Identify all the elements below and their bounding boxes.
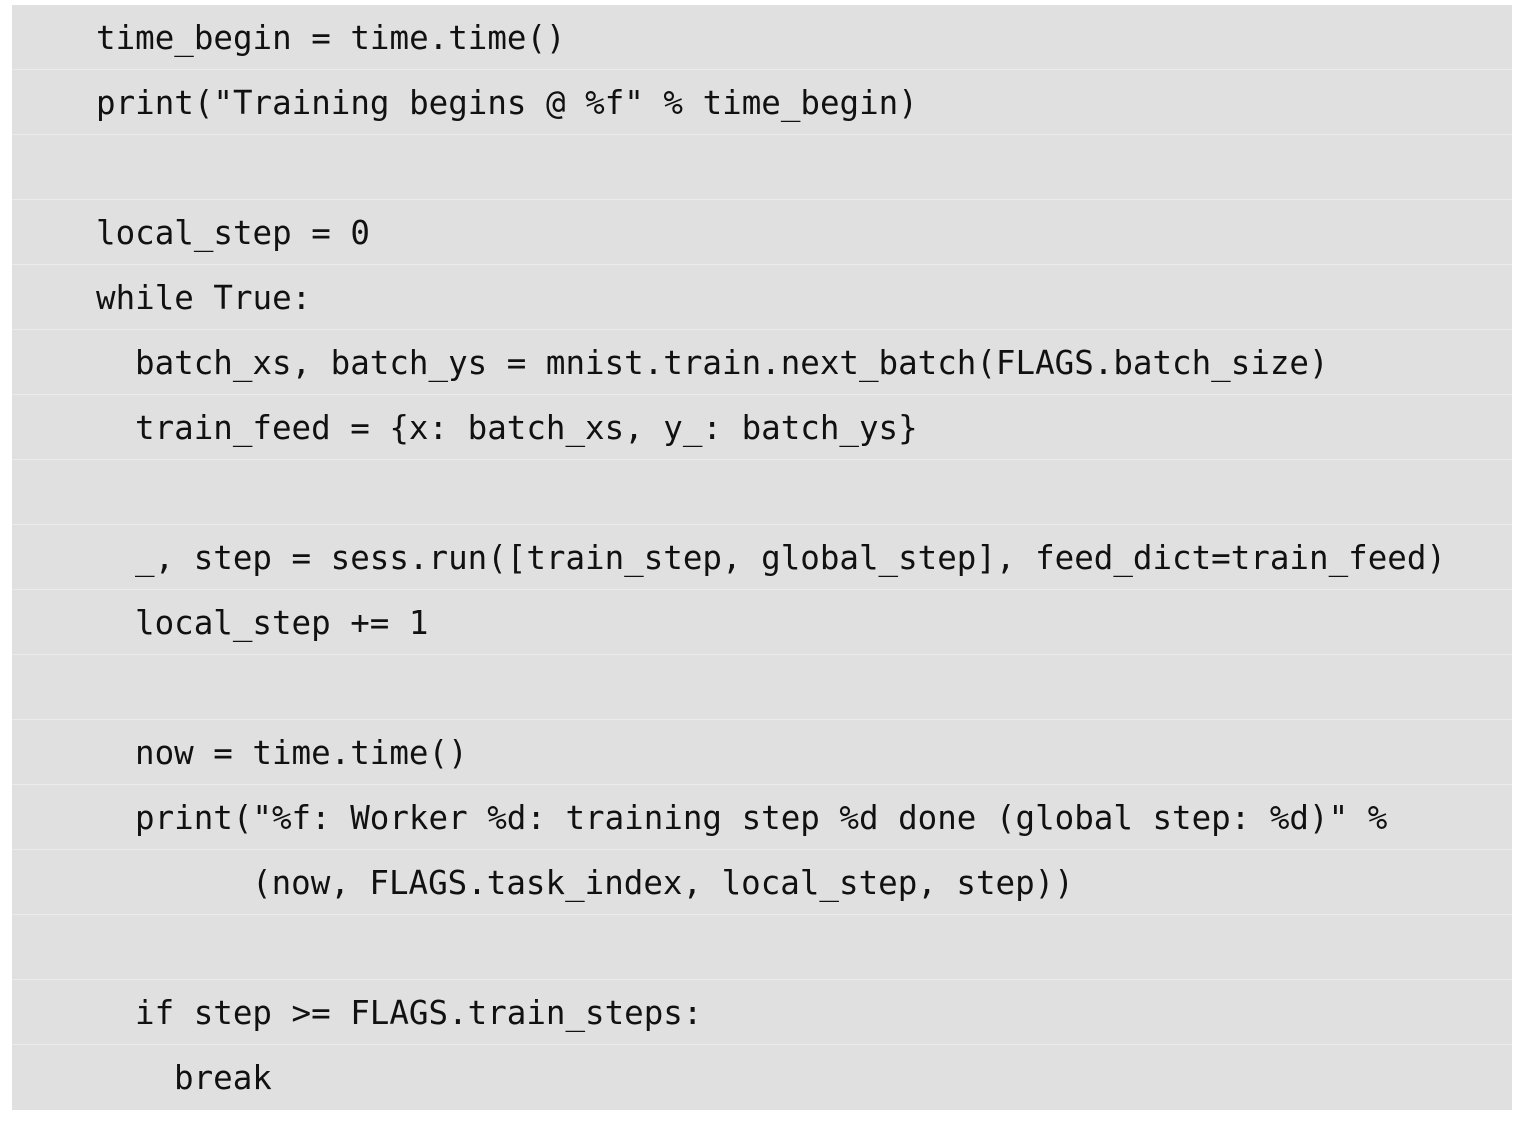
code-line-text: print("%f: Worker %d: training step %d d… [135, 799, 1388, 837]
code-line: print("Training begins @ %f" % time_begi… [12, 70, 1512, 135]
code-line: while True: [12, 265, 1512, 330]
code-line: train_feed = {x: batch_xs, y_: batch_ys} [12, 395, 1512, 460]
code-line: (now, FLAGS.task_index, local_step, step… [12, 850, 1512, 915]
code-line-text: if step >= FLAGS.train_steps: [135, 994, 703, 1032]
code-line-text: _, step = sess.run([train_step, global_s… [135, 539, 1446, 577]
code-block: time_begin = time.time() print("Training … [12, 5, 1512, 1110]
code-line: if step >= FLAGS.train_steps: [12, 980, 1512, 1045]
code-line-text: while True: [96, 279, 312, 317]
code-line: _, step = sess.run([train_step, global_s… [12, 525, 1512, 590]
code-line: local_step = 0 [12, 200, 1512, 265]
code-line: batch_xs, batch_ys = mnist.train.next_ba… [12, 330, 1512, 395]
code-line-text: print("Training begins @ %f" % time_begi… [96, 84, 918, 122]
code-line-text: (now, FLAGS.task_index, local_step, step… [252, 864, 1074, 902]
code-line [12, 460, 1512, 525]
code-line-text: time_begin = time.time() [96, 19, 566, 57]
code-line: local_step += 1 [12, 590, 1512, 655]
code-line-text: train_feed = {x: batch_xs, y_: batch_ys} [135, 409, 918, 447]
code-line [12, 135, 1512, 200]
code-line-text: local_step += 1 [135, 604, 429, 642]
code-line [12, 655, 1512, 720]
code-line: time_begin = time.time() [12, 5, 1512, 70]
code-line-text: local_step = 0 [96, 214, 370, 252]
code-line: print("%f: Worker %d: training step %d d… [12, 785, 1512, 850]
code-line [12, 915, 1512, 980]
code-line: now = time.time() [12, 720, 1512, 785]
code-line-text: break [174, 1059, 272, 1097]
code-line-text: batch_xs, batch_ys = mnist.train.next_ba… [135, 344, 1329, 382]
code-line-text: now = time.time() [135, 734, 468, 772]
code-line: break [12, 1045, 1512, 1110]
